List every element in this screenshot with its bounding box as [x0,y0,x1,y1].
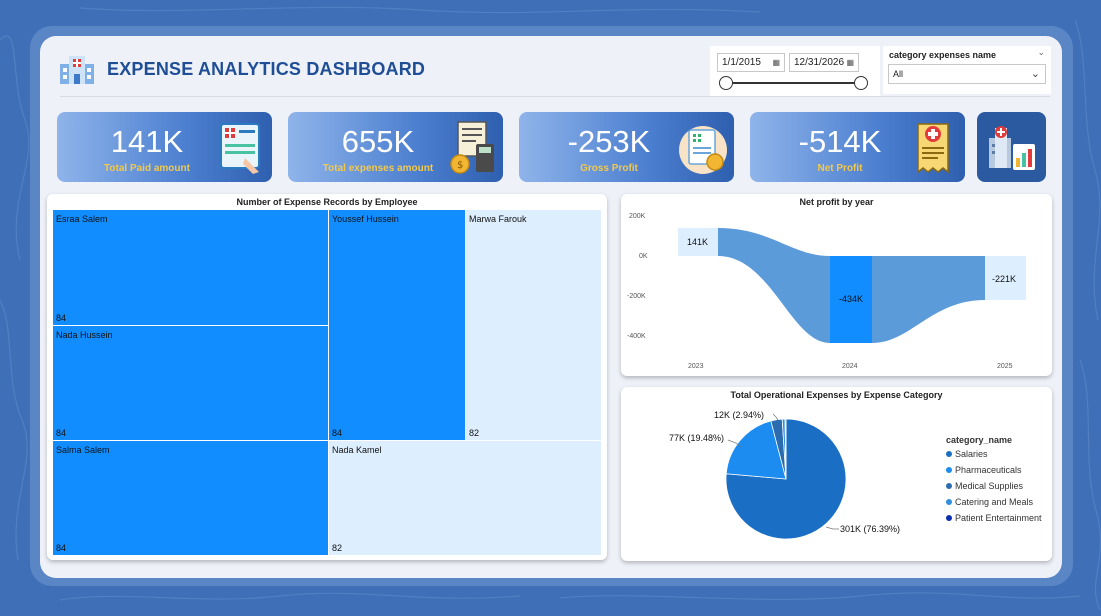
kpi-net-profit: -514K Net Profit [750,112,965,182]
ribbon-segment[interactable] [872,256,985,343]
legend-item[interactable]: Salaries [946,449,988,459]
kpi-total-paid: 141K Total Paid amount [57,112,272,182]
date-slider-start-handle[interactable] [719,76,733,90]
legend-label: Medical Supplies [955,481,1024,491]
treemap-cell[interactable]: Nada Hussein 84 [53,326,328,440]
legend-item[interactable]: Medical Supplies [946,481,1023,491]
leader-line [825,526,839,530]
y-tick-label: -400K [627,333,646,340]
y-tick-label: 200K [629,213,646,220]
pie-chart: 301K (76.39%) 77K (19.48%) 12K (2.94%) [669,410,900,540]
date-slider-track[interactable] [726,82,862,84]
receipt-icon [917,123,949,174]
medical-bill-icon [679,126,727,174]
data-label: -434K [839,294,863,304]
legend-marker [946,483,952,489]
kpi-gross-profit: -253K Gross Profit [519,112,734,182]
end-date-field[interactable]: 12/31/2026 ▦ [789,53,859,72]
start-date-field[interactable]: 1/1/2015 ▦ [717,53,785,72]
legend-marker [946,515,952,521]
pie-label: 301K (76.39%) [840,524,900,534]
kpi-label: Total expenses amount [322,163,434,174]
header-divider [60,96,1050,97]
chevron-down-icon[interactable]: ⌄ [1037,47,1045,58]
legend-marker [946,451,952,457]
kpi-value: 655K [341,124,415,159]
treemap-cell[interactable]: Salma Salem 84 [53,441,328,555]
dashboard-title: EXPENSE ANALYTICS DASHBOARD [107,59,426,79]
legend-label: Salaries [955,449,988,459]
category-dropdown[interactable]: All ⌄ [888,64,1046,84]
treemap-cell-name: Nada Hussein [56,330,113,340]
hospital-report-tile [977,112,1046,182]
treemap-cell-name: Esraa Salem [56,214,108,224]
legend-label: Patient Entertainment [955,513,1042,523]
legend-label: Pharmaceuticals [955,465,1022,475]
ribbon-segment[interactable] [718,228,830,343]
end-date-value: 12/31/2026 [794,57,845,68]
category-dropdown-value: All [893,69,904,79]
treemap-cell-value: 82 [469,428,480,438]
x-tick-label: 2023 [688,363,704,370]
legend-marker [946,467,952,473]
treemap-cell-value: 84 [56,543,67,553]
y-tick-label: -200K [627,293,646,300]
treemap-cell-name: Salma Salem [56,445,110,455]
x-tick-label: 2025 [997,363,1013,370]
data-label: 141K [687,237,708,247]
y-tick-label: 0K [639,253,648,260]
treemap-cell[interactable]: Youssef Hussein 84 [329,210,465,440]
hospital-chart-icon [989,126,1035,170]
x-tick-label: 2024 [842,363,858,370]
leader-line [772,413,779,421]
date-range-slicer[interactable]: 1/1/2015 ▦ 12/31/2026 ▦ [710,46,880,96]
legend-marker [946,499,952,505]
legend-item[interactable]: Pharmaceuticals [946,465,1022,475]
kpi-value: 141K [110,124,184,159]
hospital-icon [60,56,94,84]
treemap-cell[interactable]: Nada Kamel 82 [329,441,601,555]
kpi-label: Net Profit [817,163,863,174]
treemap-cell[interactable]: Esraa Salem 84 [53,210,328,325]
kpi-label: Total Paid amount [104,163,190,174]
treemap-title: Number of Expense Records by Employee [236,197,418,207]
calendar-icon[interactable]: ▦ [772,58,780,67]
kpi-label: Gross Profit [580,163,638,174]
category-slicer: category expenses name ⌄ All ⌄ [883,46,1051,94]
treemap-cell-value: 84 [332,428,343,438]
treemap-cell-name: Nada Kamel [332,445,382,455]
treemap-cell-value: 84 [56,428,67,438]
data-label: -221K [992,274,1016,284]
treemap-cell-name: Marwa Farouk [469,214,527,224]
legend-item[interactable]: Patient Entertainment [946,513,1042,523]
calendar-icon[interactable]: ▦ [846,58,854,67]
treemap-cell[interactable]: Marwa Farouk 82 [466,210,601,440]
svg-text:$: $ [457,160,463,171]
chevron-down-icon: ⌄ [1030,68,1040,80]
date-slider-end-handle[interactable] [854,76,868,90]
kpi-total-expenses: 655K Total expenses amount $ [288,112,503,182]
treemap-cell-value: 84 [56,313,67,323]
start-date-value: 1/1/2015 [722,57,761,68]
treemap-cell-value: 82 [332,543,343,553]
category-slicer-label: category expenses name [889,50,997,60]
calculator-icon: $ [450,121,494,174]
pie-label: 12K (2.94%) [714,410,764,420]
pie-label: 77K (19.48%) [669,433,724,443]
legend-title: category_name [946,435,1013,445]
legend-item[interactable]: Catering and Meals [946,497,1033,507]
invoice-icon [220,123,260,174]
net-profit-chart: 200K 0K -200K -400K 141K -434K -221K 202… [627,213,1026,370]
kpi-value: -253K [567,124,651,159]
legend-label: Catering and Meals [955,497,1034,507]
kpi-value: -514K [798,124,882,159]
treemap-cell-name: Youssef Hussein [332,214,399,224]
